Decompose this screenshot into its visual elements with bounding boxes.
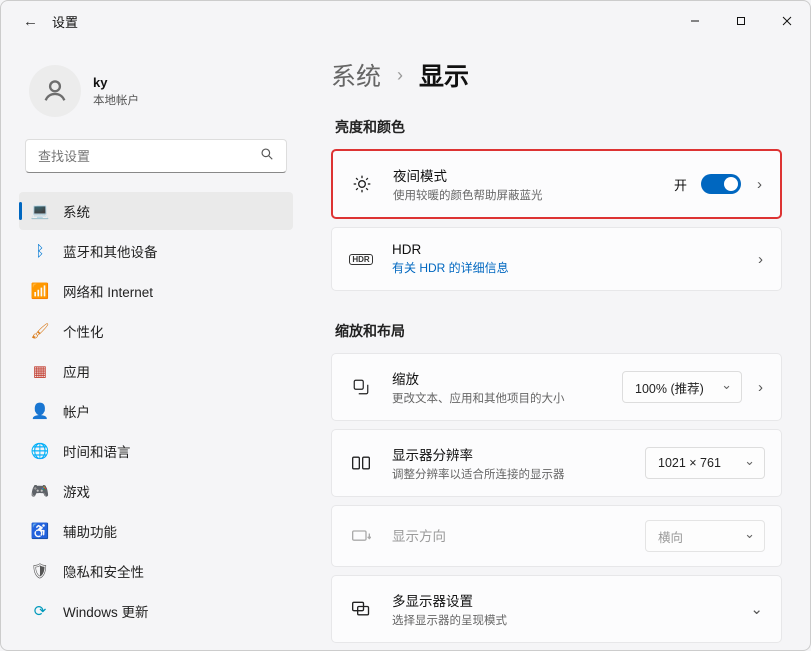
nav-icon: ᛒ [31,243,49,260]
orientation-card: 显示方向 横向 [331,505,782,567]
nav-icon: 🖌 [31,322,49,340]
scale-icon [348,378,374,396]
nav-label: 隐私和安全性 [63,561,144,581]
hdr-card[interactable]: HDR HDR 有关 HDR 的详细信息 › [331,227,782,291]
nav-icon: ▦ [31,362,49,380]
minimize-button[interactable] [672,1,718,41]
nav-label: 蓝牙和其他设备 [63,241,158,261]
multi-display-title: 多显示器设置 [392,590,730,610]
nav-label: Windows 更新 [63,601,149,621]
resolution-icon [348,454,374,472]
resolution-dropdown[interactable]: 1021 × 761 [645,447,765,479]
resolution-card[interactable]: 显示器分辨率 调整分辨率以适合所连接的显示器 1021 × 761 [331,429,782,497]
search-icon [260,147,274,166]
sidebar-item-0[interactable]: 💻 系统 [19,192,293,230]
chevron-down-icon[interactable]: ⌄ [748,600,765,618]
multi-display-icon [348,600,374,618]
maximize-button[interactable] [718,1,764,41]
nav-icon: 🛡 [31,562,49,580]
nav-label: 应用 [63,361,90,381]
account-name: ky [93,75,139,90]
nav-icon: ⟳ [31,602,49,620]
nav-icon: 💻 [31,202,49,220]
chevron-right-icon: › [397,65,403,86]
scale-card[interactable]: 缩放 更改文本、应用和其他项目的大小 100% (推荐) › [331,353,782,421]
sidebar-item-7[interactable]: 🎮 游戏 [19,472,293,510]
sidebar-item-10[interactable]: ⟳ Windows 更新 [19,592,293,630]
night-light-title: 夜间模式 [393,165,656,185]
sidebar-item-8[interactable]: ♿ 辅助功能 [19,512,293,550]
account-block[interactable]: ky 本地帐户 [19,41,293,139]
chevron-right-icon[interactable]: › [756,379,765,396]
breadcrumb-parent[interactable]: 系统 [331,57,381,93]
night-light-state: 开 [674,175,687,194]
nav-label: 系统 [63,201,90,221]
night-light-icon [349,174,375,194]
breadcrumb-current: 显示 [419,57,469,93]
night-light-sub: 使用较暖的颜色帮助屏蔽蓝光 [393,187,656,203]
nav-icon: ♿ [31,522,49,540]
orientation-title: 显示方向 [392,525,627,545]
search-input[interactable] [25,139,287,173]
nav-label: 个性化 [63,321,104,341]
search-field[interactable] [38,149,260,164]
scale-title: 缩放 [392,368,604,388]
nav-icon: 👤 [31,402,49,420]
sidebar-item-2[interactable]: 📶 网络和 Internet [19,272,293,310]
nav-label: 帐户 [63,401,90,421]
resolution-sub: 调整分辨率以适合所连接的显示器 [392,466,627,482]
app-title: 设置 [52,12,78,31]
nav-icon: 🎮 [31,482,49,500]
section-brightness-header: 亮度和颜色 [335,117,782,137]
night-light-toggle[interactable] [701,174,741,194]
hdr-link[interactable]: 有关 HDR 的详细信息 [392,259,738,276]
nav-label: 网络和 Internet [63,281,153,301]
nav-icon: 📶 [31,282,49,300]
nav-label: 游戏 [63,481,90,501]
hdr-title: HDR [392,242,738,257]
chevron-right-icon[interactable]: › [755,176,764,193]
sidebar-item-9[interactable]: 🛡 隐私和安全性 [19,552,293,590]
multi-display-sub: 选择显示器的呈现模式 [392,612,730,628]
sidebar-item-4[interactable]: ▦ 应用 [19,352,293,390]
scale-sub: 更改文本、应用和其他项目的大小 [392,390,604,406]
orientation-icon [348,528,374,544]
chevron-right-icon[interactable]: › [756,251,765,268]
nav-icon: 🌐 [31,442,49,460]
nav-label: 时间和语言 [63,441,131,461]
section-scale-header: 缩放和布局 [335,321,782,341]
sidebar-item-3[interactable]: 🖌 个性化 [19,312,293,350]
hdr-icon: HDR [348,254,374,265]
breadcrumb: 系统 › 显示 [331,57,782,93]
scale-dropdown[interactable]: 100% (推荐) [622,371,742,403]
resolution-title: 显示器分辨率 [392,444,627,464]
sidebar-item-1[interactable]: ᛒ 蓝牙和其他设备 [19,232,293,270]
sidebar-item-5[interactable]: 👤 帐户 [19,392,293,430]
night-light-card[interactable]: 夜间模式 使用较暖的颜色帮助屏蔽蓝光 开 › [331,149,782,219]
close-button[interactable] [764,1,810,41]
avatar-icon [29,65,81,117]
account-type: 本地帐户 [93,92,139,108]
back-button[interactable]: ← [23,13,38,30]
sidebar-item-6[interactable]: 🌐 时间和语言 [19,432,293,470]
nav-label: 辅助功能 [63,521,117,541]
multi-display-card[interactable]: 多显示器设置 选择显示器的呈现模式 ⌄ [331,575,782,643]
orientation-dropdown: 横向 [645,520,765,552]
